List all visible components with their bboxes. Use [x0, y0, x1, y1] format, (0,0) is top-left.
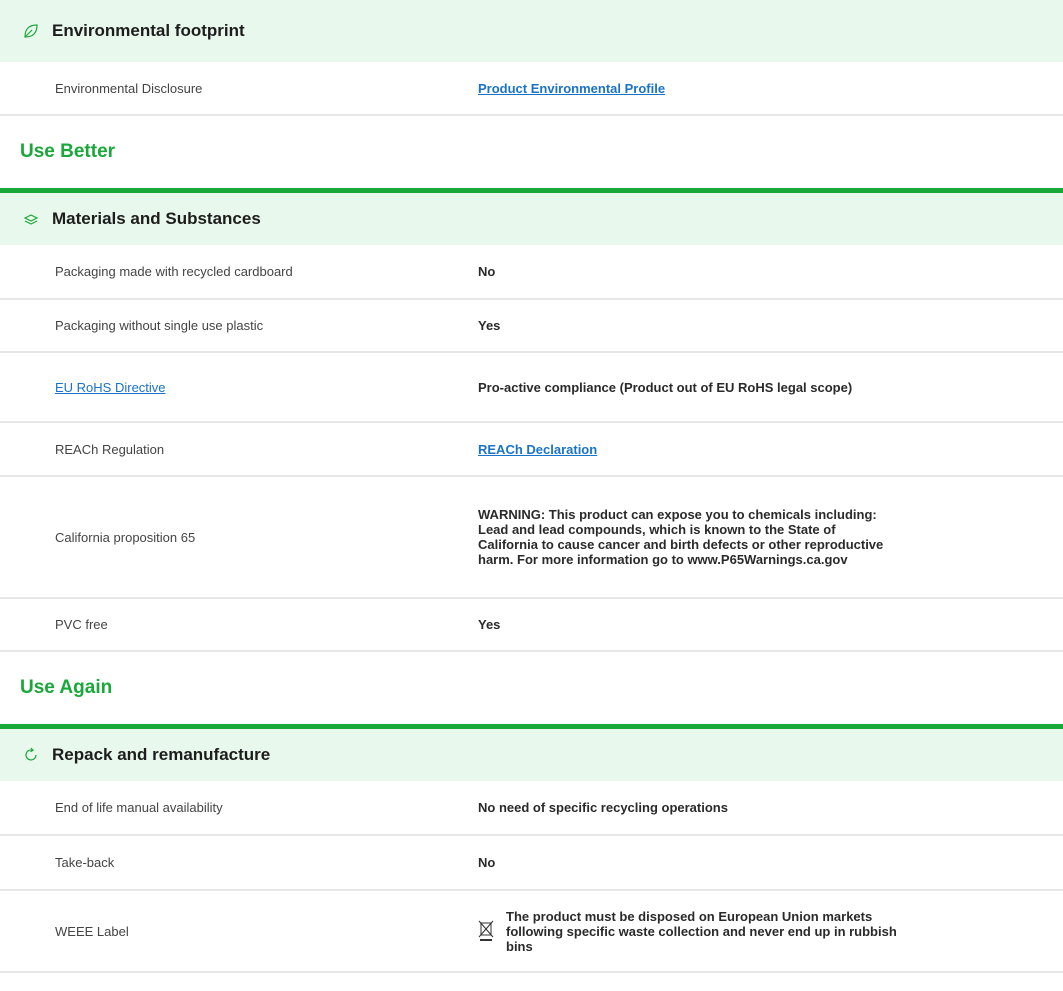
- section-header-repack-remanufacture: Repack and remanufacture: [0, 729, 1063, 781]
- row-value: The product must be disposed on European…: [478, 909, 898, 954]
- row-label: PVC free: [55, 617, 108, 632]
- row-value: Pro-active compliance (Product out of EU…: [478, 379, 853, 395]
- section-title: Materials and Substances: [52, 209, 261, 228]
- group-title-use-again: Use Again: [20, 677, 113, 698]
- leaf-icon: [22, 22, 40, 40]
- product-environmental-profile-link[interactable]: Product Environmental Profile: [478, 81, 898, 96]
- row-label: End of life manual availability: [55, 800, 223, 815]
- row-label: REACh Regulation: [55, 441, 165, 457]
- row-label: Take-back: [55, 855, 115, 870]
- prop65-warning-text: WARNING: This product can expose you to …: [478, 507, 884, 567]
- section-header-environmental-footprint: Environmental footprint: [0, 0, 1063, 62]
- row-value: Yes: [478, 318, 501, 333]
- table-row: WEEE Label The product must be disposed …: [0, 891, 1063, 973]
- row-label: California proposition 65: [55, 529, 196, 545]
- row-value: No: [478, 855, 496, 870]
- group-title-use-better: Use Better: [20, 141, 116, 162]
- table-row: Packaging made with recycled cardboard N…: [0, 245, 1063, 300]
- section-header-materials-substances: Materials and Substances: [0, 193, 1063, 245]
- table-row: PVC free Yes: [0, 599, 1063, 652]
- row-label: WEEE Label: [55, 923, 129, 939]
- section-title: Environmental footprint: [52, 21, 245, 40]
- table-row: Environmental Disclosure Product Environ…: [0, 62, 1063, 116]
- row-value: Yes: [478, 617, 501, 632]
- row-label: Packaging made with recycled cardboard: [55, 264, 293, 279]
- layers-icon: [22, 210, 40, 228]
- row-value: No need of specific recycling operations: [478, 800, 728, 815]
- table-row: REACh Regulation REACh Declaration: [0, 423, 1063, 477]
- reach-declaration-link[interactable]: REACh Declaration: [478, 442, 898, 457]
- weee-bin-icon: [478, 920, 494, 942]
- eu-rohs-directive-link[interactable]: EU RoHS Directive: [0, 380, 478, 395]
- table-row: EU RoHS Directive Pro-active compliance …: [0, 353, 1063, 423]
- section-title: Repack and remanufacture: [52, 745, 271, 764]
- weee-disposal-text: The product must be disposed on European…: [506, 908, 897, 954]
- refresh-icon: [22, 746, 40, 764]
- table-row: California proposition 65 WARNING: This …: [0, 477, 1063, 599]
- row-label: Environmental Disclosure: [55, 80, 203, 96]
- row-value: No: [478, 264, 496, 279]
- table-row: End of life manual availability No need …: [0, 781, 1063, 836]
- table-row: Take-back No: [0, 836, 1063, 891]
- row-label: Packaging without single use plastic: [55, 318, 264, 333]
- table-row: Packaging without single use plastic Yes: [0, 300, 1063, 353]
